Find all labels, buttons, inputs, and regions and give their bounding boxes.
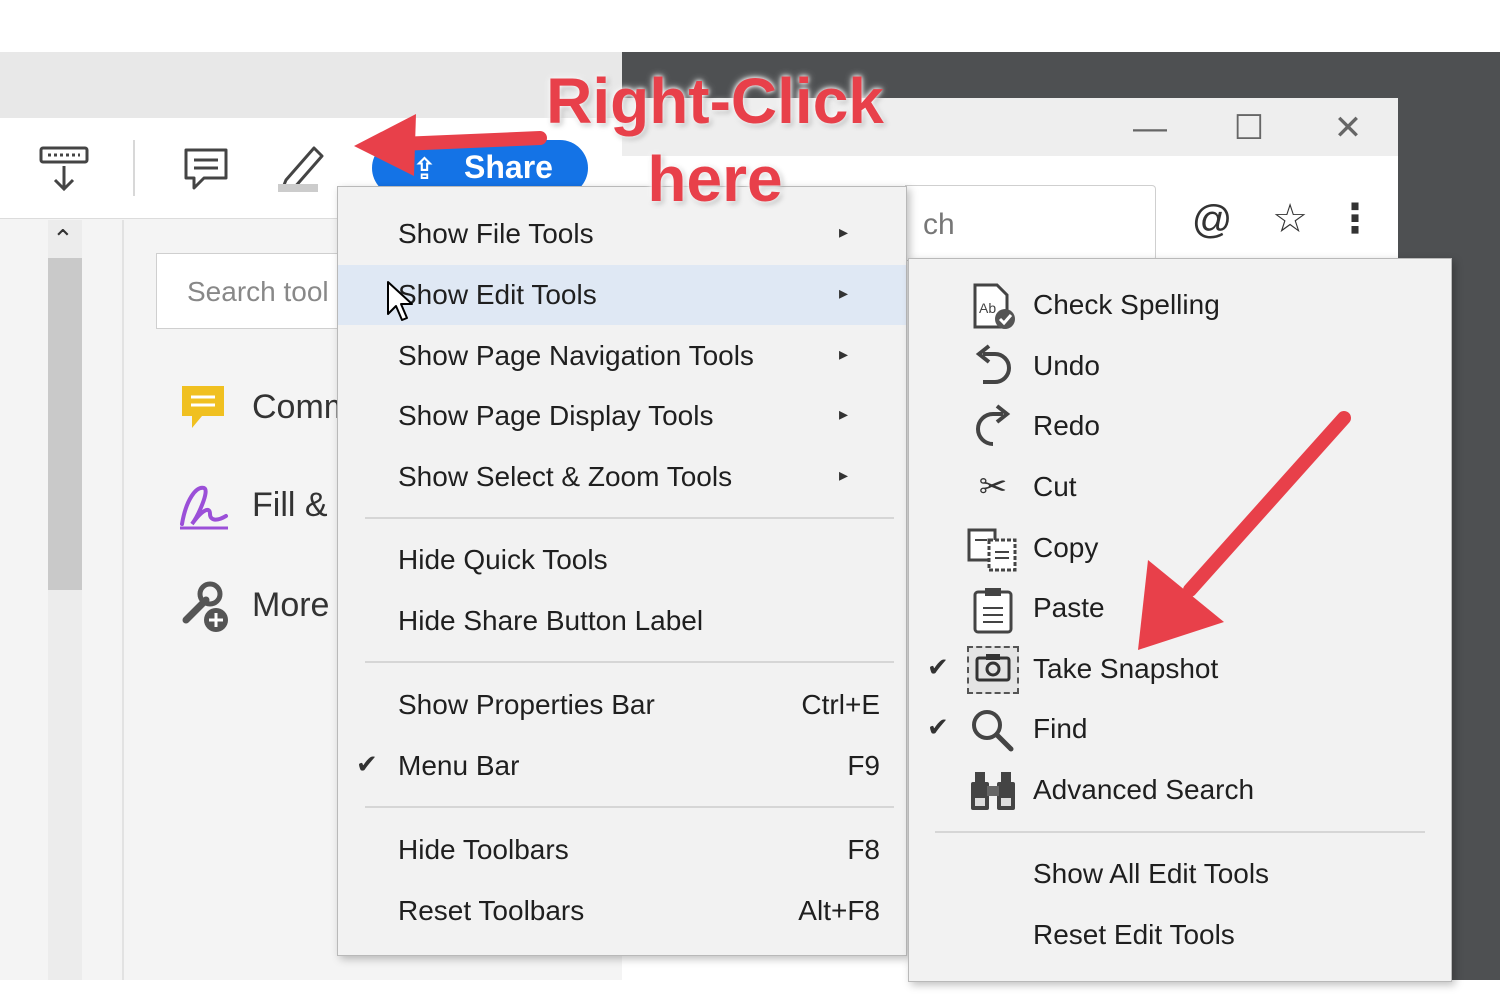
menu-separator [365,517,894,519]
comment-icon[interactable] [182,146,230,194]
toolbar-context-menu: Show File Tools ▸ Show Edit Tools ▸ Show… [337,186,907,956]
shortcut-label: F9 [847,750,880,781]
maximize-icon[interactable]: ☐ [1224,108,1274,148]
pane-divider [122,220,124,980]
menu-item-show-page-display-tools[interactable]: Show Page Display Tools ▸ [338,386,906,446]
tools-search-input[interactable]: Search tool [156,253,358,329]
menu-item-menu-bar[interactable]: ✔ Menu Bar F9 [338,736,906,796]
submenu-item-undo[interactable]: Undo [909,336,1451,396]
submenu-arrow-icon: ▸ [838,404,848,424]
toolbar-divider [133,140,135,196]
camera-icon [967,646,1019,694]
scissors-icon: ✂ [978,468,1008,506]
menu-item-show-edit-tools[interactable]: Show Edit Tools ▸ [338,265,906,325]
scroll-up-icon[interactable]: ⌃ [52,224,74,255]
star-icon[interactable]: ☆ [1265,196,1315,242]
pen-icon[interactable] [274,142,330,194]
shortcut-label: Alt+F8 [798,895,880,926]
svg-text:Ab: Ab [979,300,996,316]
check-icon: ✔ [927,712,949,742]
mouse-cursor-icon [387,281,413,321]
browser-search-text: ch [923,208,955,241]
menu-separator [365,661,894,663]
submenu-item-reset-edit-tools[interactable]: Reset Edit Tools [909,905,1451,965]
browser-search-input[interactable]: ch [905,185,1156,261]
menu-item-show-page-navigation-tools[interactable]: Show Page Navigation Tools ▸ [338,326,906,386]
tool-fill-sign-label[interactable]: Fill & [252,486,328,525]
submenu-item-check-spelling[interactable]: Ab Check Spelling [909,275,1451,335]
undo-icon [967,344,1019,388]
menu-item-show-properties-bar[interactable]: Show Properties Bar Ctrl+E [338,675,906,735]
spell-check-icon: Ab [967,283,1019,329]
binoculars-icon [967,768,1019,812]
submenu-item-find[interactable]: ✔ Find [909,699,1451,759]
fill-sign-icon [180,485,228,530]
magnifier-icon [967,707,1019,752]
submenu-arrow-icon: ▸ [838,283,848,303]
save-to-device-icon[interactable] [38,142,92,194]
redo-icon [967,404,1019,448]
check-icon: ✔ [927,652,949,682]
at-icon[interactable]: @ [1187,198,1237,243]
menu-item-reset-toolbars[interactable]: Reset Toolbars Alt+F8 [338,881,906,941]
annotation-arrow-left [354,114,547,176]
submenu-arrow-icon: ▸ [838,222,848,242]
more-tools-icon [182,581,228,632]
annotation-line-1: Right-Click [546,65,884,137]
annotation-label: Right-Click here [540,62,890,218]
submenu-item-show-all-edit-tools[interactable]: Show All Edit Tools [909,844,1451,904]
submenu-arrow-icon: ▸ [838,465,848,485]
clipboard-icon [967,586,1019,634]
more-icon[interactable]: ⋮ [1330,196,1380,242]
menu-item-hide-toolbars[interactable]: Hide Toolbars F8 [338,820,906,880]
minimize-icon[interactable]: — [1125,108,1175,148]
check-icon: ✔ [356,749,378,779]
scrollbar-thumb[interactable] [48,258,82,590]
submenu-arrow-icon: ▸ [838,344,848,364]
tools-search-placeholder: Search tool [187,276,329,307]
close-icon[interactable]: ✕ [1323,108,1373,148]
menu-separator [365,806,894,808]
menu-item-hide-share-button-label[interactable]: Hide Share Button Label [338,591,906,651]
comment-tool-icon [182,386,224,428]
menu-item-hide-quick-tools[interactable]: Hide Quick Tools [338,530,906,590]
tool-more-label[interactable]: More [252,586,329,625]
annotation-arrow-down [1138,411,1351,650]
annotation-line-2: here [647,143,783,215]
menu-separator [935,831,1425,833]
copy-icon [967,526,1019,572]
menu-item-show-select-zoom-tools[interactable]: Show Select & Zoom Tools ▸ [338,447,906,507]
shortcut-label: F8 [847,834,880,865]
shortcut-label: Ctrl+E [801,689,880,720]
submenu-item-advanced-search[interactable]: Advanced Search [909,760,1451,820]
